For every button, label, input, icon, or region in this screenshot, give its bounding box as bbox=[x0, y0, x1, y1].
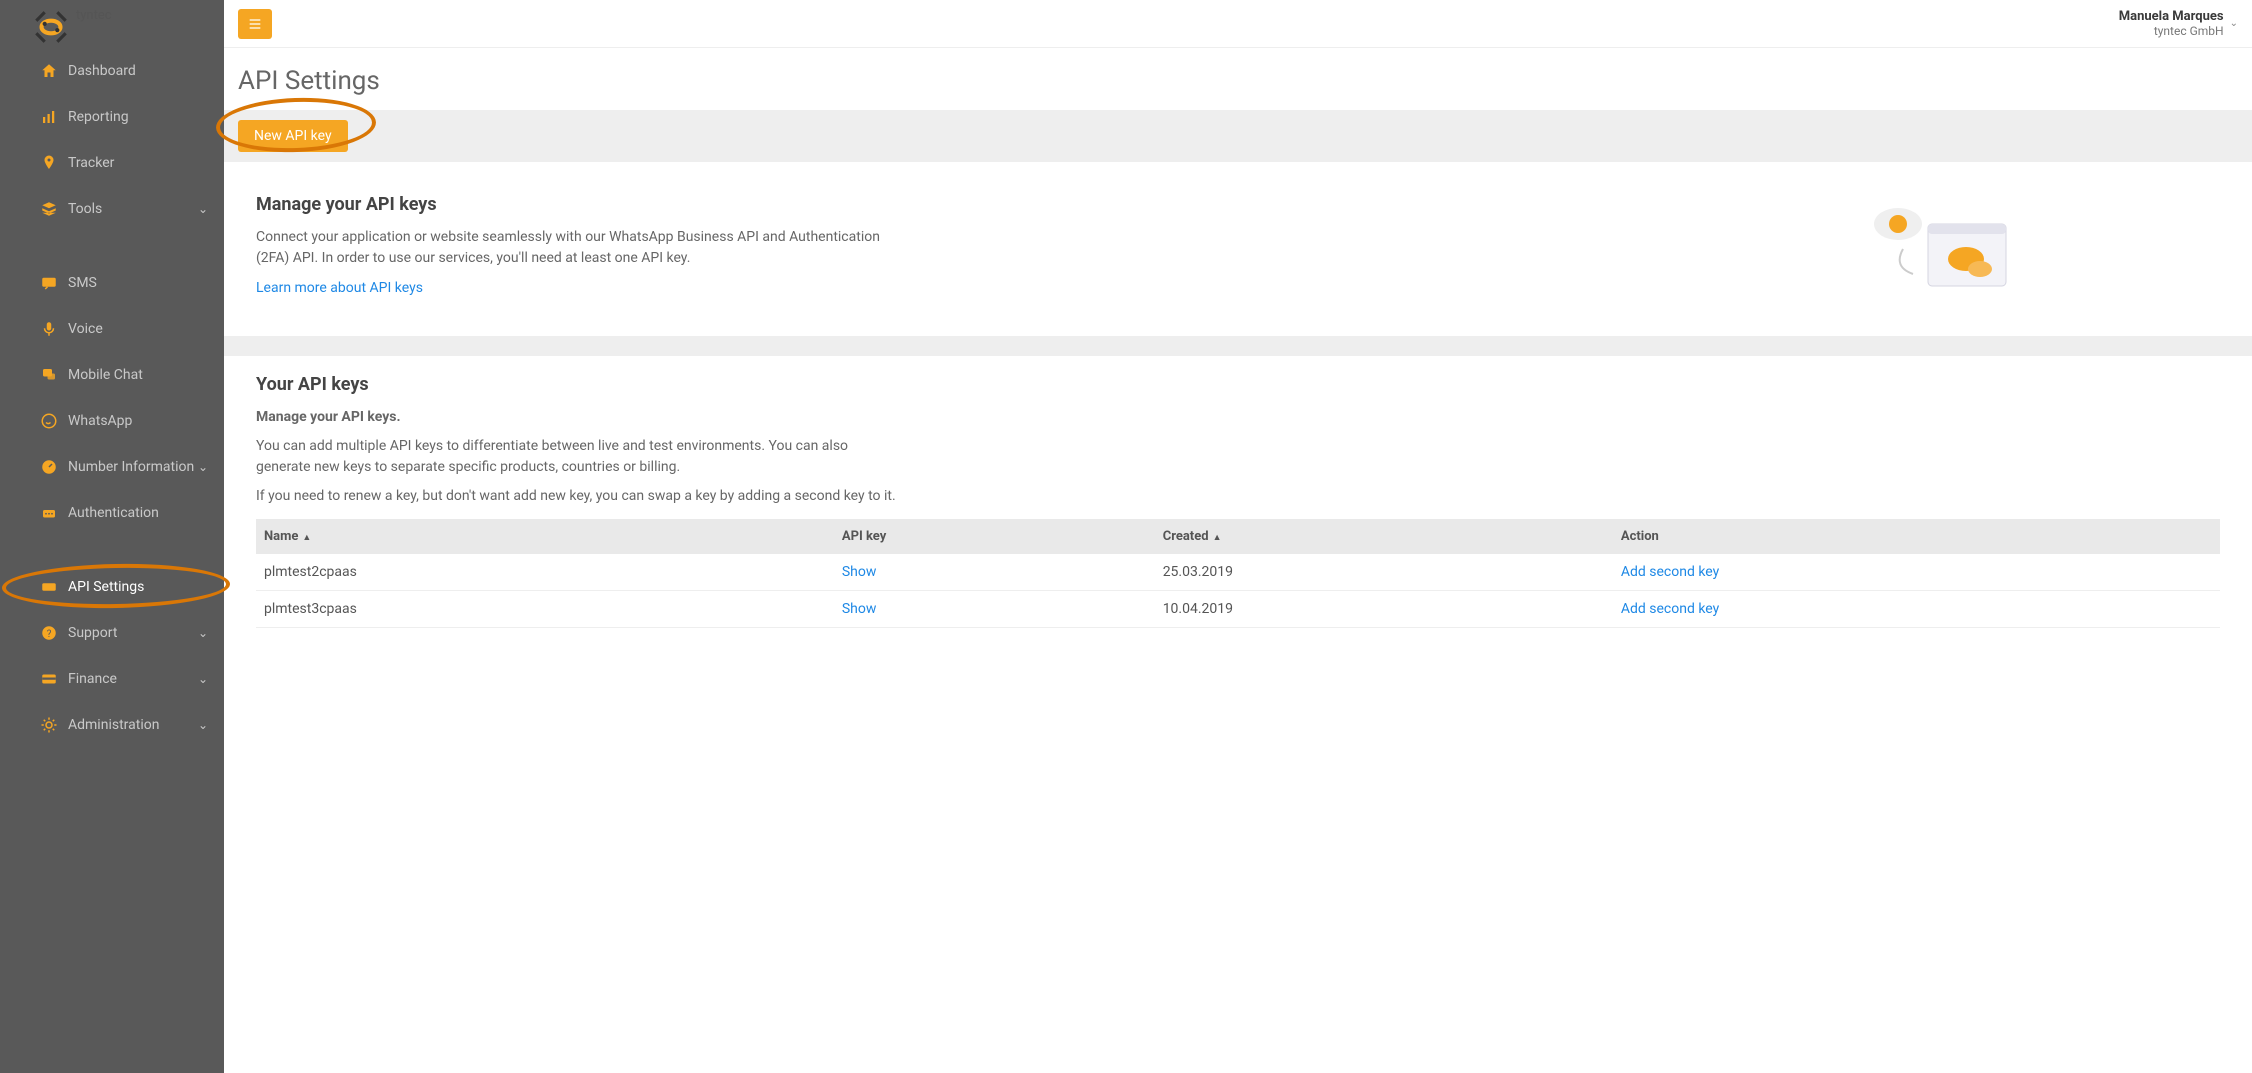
cell-created: 25.03.2019 bbox=[1155, 554, 1613, 591]
sidebar-item-label: WhatsApp bbox=[68, 413, 132, 429]
sidebar-item-tracker[interactable]: Tracker bbox=[0, 140, 224, 186]
sidebar-item-api-settings[interactable]: API Settings bbox=[0, 564, 224, 610]
svg-text:?: ? bbox=[47, 629, 52, 640]
brand-name: tyntec bbox=[76, 8, 112, 23]
sidebar-item-label: Number Information bbox=[68, 459, 194, 475]
sidebar-item-label: Support bbox=[68, 625, 117, 641]
support-icon: ? bbox=[40, 624, 58, 642]
sidebar-item-authentication[interactable]: Authentication bbox=[0, 490, 224, 536]
add-second-key-link[interactable]: Add second key bbox=[1621, 601, 1719, 617]
sort-asc-icon: ▲ bbox=[302, 533, 311, 543]
sidebar-item-label: SMS bbox=[68, 275, 97, 291]
col-apikey[interactable]: API key bbox=[834, 519, 1155, 554]
cell-apikey: Show bbox=[834, 554, 1155, 591]
sidebar-divider bbox=[0, 232, 224, 260]
user-company: tyntec GmbH bbox=[2119, 24, 2224, 38]
chevron-down-icon: ⌄ bbox=[198, 460, 208, 474]
chevron-down-icon: ⌄ bbox=[198, 672, 208, 686]
stack-icon bbox=[40, 200, 58, 218]
illustration-icon bbox=[1858, 194, 2018, 314]
table-row: plmtest2cpaas Show 25.03.2019 Add second ke… bbox=[256, 554, 2220, 591]
hamburger-button[interactable] bbox=[238, 9, 272, 39]
section-divider bbox=[224, 336, 2252, 356]
sidebar-item-tools[interactable]: Tools ⌄ bbox=[0, 186, 224, 232]
sidebar-item-voice[interactable]: Voice bbox=[0, 306, 224, 352]
show-key-link[interactable]: Show bbox=[842, 601, 877, 617]
learn-more-link[interactable]: Learn more about API keys bbox=[256, 280, 423, 296]
chevron-down-icon: ⌄ bbox=[2230, 18, 2238, 29]
sidebar-item-label: Tools bbox=[68, 201, 102, 217]
chevron-down-icon: ⌄ bbox=[198, 718, 208, 732]
cell-name: plmtest2cpaas bbox=[256, 554, 834, 591]
sidebar: tyntec Dashboard Reporting Tracker Tools… bbox=[0, 0, 224, 1073]
col-name[interactable]: Name▲ bbox=[256, 519, 834, 554]
api-icon bbox=[40, 578, 58, 596]
sidebar-item-administration[interactable]: Administration ⌄ bbox=[0, 702, 224, 748]
sidebar-item-label: Dashboard bbox=[68, 63, 136, 79]
sidebar-item-label: Mobile Chat bbox=[68, 367, 143, 383]
auth-icon bbox=[40, 504, 58, 522]
topbar: Manuela Marques tyntec GmbH ⌄ bbox=[224, 0, 2252, 48]
chevron-down-icon: ⌄ bbox=[198, 202, 208, 216]
sms-icon bbox=[40, 274, 58, 292]
sidebar-item-reporting[interactable]: Reporting bbox=[0, 94, 224, 140]
table-row: plmtest3cpaas Show 10.04.2019 Add second ke… bbox=[256, 591, 2220, 628]
new-api-key-button[interactable]: New API key bbox=[238, 120, 348, 152]
your-keys-heading: Your API keys bbox=[256, 374, 2220, 395]
whatsapp-icon bbox=[40, 412, 58, 430]
home-icon bbox=[40, 62, 58, 80]
sidebar-item-label: API Settings bbox=[68, 579, 144, 595]
page-title: API Settings bbox=[238, 66, 2238, 96]
sidebar-item-whatsapp[interactable]: WhatsApp bbox=[0, 398, 224, 444]
sidebar-item-label: Administration bbox=[68, 717, 159, 733]
cell-action: Add second key bbox=[1613, 591, 2220, 628]
your-keys-card: Your API keys Manage your API keys. You … bbox=[238, 356, 2238, 646]
chevron-down-icon: ⌄ bbox=[198, 626, 208, 640]
sidebar-divider bbox=[0, 536, 224, 564]
api-keys-table: Name▲ API key Created▲ Action plmtest2cp… bbox=[256, 519, 2220, 628]
sidebar-item-label: Authentication bbox=[68, 505, 159, 521]
sidebar-item-sms[interactable]: SMS bbox=[0, 260, 224, 306]
sidebar-item-support[interactable]: ? Support ⌄ bbox=[0, 610, 224, 656]
brand-mark-icon bbox=[30, 6, 72, 48]
sidebar-item-finance[interactable]: Finance ⌄ bbox=[0, 656, 224, 702]
col-created[interactable]: Created▲ bbox=[1155, 519, 1613, 554]
your-keys-para2: If you need to renew a key, but don't wa… bbox=[256, 486, 896, 507]
action-bar: New API key bbox=[224, 110, 2252, 162]
sort-asc-icon: ▲ bbox=[1213, 533, 1222, 543]
brand-logo: tyntec bbox=[30, 6, 112, 48]
gear-icon bbox=[40, 716, 58, 734]
sidebar-item-label: Tracker bbox=[68, 155, 114, 171]
manage-body: Connect your application or website seam… bbox=[256, 227, 896, 269]
bars-icon bbox=[40, 108, 58, 126]
user-name: Manuela Marques bbox=[2119, 9, 2224, 25]
show-key-link[interactable]: Show bbox=[842, 564, 877, 580]
cell-created: 10.04.2019 bbox=[1155, 591, 1613, 628]
sidebar-item-label: Reporting bbox=[68, 109, 129, 125]
page-content: API Settings New API key Manage your API… bbox=[224, 48, 2252, 686]
gauge-icon bbox=[40, 458, 58, 476]
sidebar-item-label: Finance bbox=[68, 671, 117, 687]
chat-mobile-icon bbox=[40, 366, 58, 384]
cell-action: Add second key bbox=[1613, 554, 2220, 591]
main-area: Manuela Marques tyntec GmbH ⌄ API Settin… bbox=[224, 0, 2252, 1073]
col-action: Action bbox=[1613, 519, 2220, 554]
menu-icon bbox=[247, 16, 263, 32]
sidebar-item-mobile-chat[interactable]: Mobile Chat bbox=[0, 352, 224, 398]
sidebar-item-label: Voice bbox=[68, 321, 103, 337]
sidebar-item-number-information[interactable]: Number Information ⌄ bbox=[0, 444, 224, 490]
mic-icon bbox=[40, 320, 58, 338]
sidebar-item-dashboard[interactable]: Dashboard bbox=[0, 48, 224, 94]
card-icon bbox=[40, 670, 58, 688]
cell-apikey: Show bbox=[834, 591, 1155, 628]
cell-name: plmtest3cpaas bbox=[256, 591, 834, 628]
your-keys-sub: Manage your API keys. bbox=[256, 407, 896, 428]
add-second-key-link[interactable]: Add second key bbox=[1621, 564, 1719, 580]
manage-card: Manage your API keys Connect your applic… bbox=[238, 176, 2238, 314]
your-keys-para1: You can add multiple API keys to differe… bbox=[256, 436, 896, 478]
pin-icon bbox=[40, 154, 58, 172]
user-menu[interactable]: Manuela Marques tyntec GmbH ⌄ bbox=[2119, 9, 2238, 39]
